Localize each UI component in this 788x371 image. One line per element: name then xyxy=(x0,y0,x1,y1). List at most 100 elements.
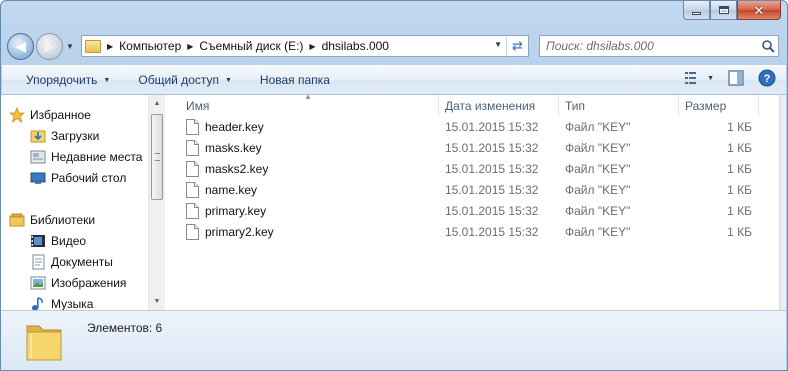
nav-documents[interactable]: Документы xyxy=(30,252,113,272)
forward-arrow-icon: ▶ xyxy=(44,37,55,54)
nav-music-label: Музыка xyxy=(51,297,94,311)
file-name: name.key xyxy=(205,182,258,197)
navigation-scrollbar[interactable]: ▲ ▼ xyxy=(148,95,165,310)
nav-favorites[interactable]: Избранное xyxy=(9,105,91,125)
nav-favorites-label: Избранное xyxy=(30,108,91,122)
maximize-icon xyxy=(718,6,729,14)
nav-downloads[interactable]: Загрузки xyxy=(30,126,99,146)
view-options-button[interactable]: ▼ xyxy=(685,71,714,85)
chevron-down-icon: ▼ xyxy=(224,76,232,84)
folder-icon xyxy=(85,39,101,53)
close-icon: ✕ xyxy=(753,2,765,18)
forward-button[interactable]: ▶ xyxy=(36,32,63,60)
file-name: primary.key xyxy=(205,203,267,218)
nav-video[interactable]: Видео xyxy=(30,231,86,251)
nav-pictures-label: Изображения xyxy=(51,276,127,290)
help-icon: ? xyxy=(758,69,776,87)
breadcrumb-separator-icon[interactable]: ▶ xyxy=(107,42,113,51)
nav-pictures[interactable]: Изображения xyxy=(30,273,126,293)
column-header-date[interactable]: Дата изменения xyxy=(439,95,559,117)
nav-recent-places-label: Недавние места xyxy=(51,150,143,164)
address-bar[interactable]: ▶ Компьютер ▶ Съемный диск (E:) ▶ dhsila… xyxy=(81,35,529,57)
file-date: 15.01.2015 15:32 xyxy=(445,161,539,176)
column-header-type[interactable]: Тип xyxy=(559,95,679,117)
file-type: Файл "KEY" xyxy=(565,140,631,155)
minimize-button[interactable] xyxy=(683,1,710,20)
nav-documents-label: Документы xyxy=(51,255,113,269)
share-label: Общий доступ xyxy=(138,73,219,87)
breadcrumb-folder[interactable]: dhsilabs.000 xyxy=(322,39,389,53)
file-date: 15.01.2015 15:32 xyxy=(445,140,539,155)
file-name-cell[interactable]: masks.key xyxy=(186,139,262,156)
nav-libraries-label: Библиотеки xyxy=(30,213,96,227)
column-header-size[interactable]: Размер xyxy=(679,95,759,117)
file-name-cell[interactable]: primary.key xyxy=(186,202,267,219)
file-size: 1 КБ xyxy=(727,140,752,155)
breadcrumb-computer[interactable]: Компьютер xyxy=(119,39,181,53)
file-date: 15.01.2015 15:32 xyxy=(445,182,539,197)
file-icon xyxy=(186,139,199,156)
navigation-pane: Избранное Загрузки Недавние места Рабочи… xyxy=(1,95,148,311)
folder-icon xyxy=(25,318,65,367)
file-type: Файл "KEY" xyxy=(565,161,631,176)
table-row[interactable]: header.key 15.01.2015 15:32 Файл "KEY" 1 КБ xyxy=(166,116,779,137)
file-type: Файл "KEY" xyxy=(565,224,631,239)
nav-desktop-label: Рабочий стол xyxy=(51,171,127,185)
scroll-down-icon[interactable]: ▼ xyxy=(149,293,165,310)
caption-buttons: ✕ xyxy=(683,1,781,21)
nav-desktop[interactable]: Рабочий стол xyxy=(30,168,126,188)
file-icon xyxy=(186,181,199,198)
table-row[interactable]: masks2.key 15.01.2015 15:32 Файл "KEY" 1 КБ xyxy=(166,158,779,179)
maximize-button[interactable] xyxy=(710,1,737,20)
nav-video-label: Видео xyxy=(51,234,87,248)
address-dropdown-icon[interactable]: ▼ xyxy=(494,40,502,49)
file-name-cell[interactable]: name.key xyxy=(186,181,258,198)
close-button[interactable]: ✕ xyxy=(737,1,781,20)
new-folder-button[interactable]: Новая папка xyxy=(250,68,340,92)
desktop-icon xyxy=(30,170,46,186)
organize-button[interactable]: Упорядочить ▼ xyxy=(16,68,120,92)
search-input[interactable] xyxy=(546,37,758,55)
column-date-label: Дата изменения xyxy=(445,99,536,113)
breadcrumb-separator-icon[interactable]: ▶ xyxy=(309,42,315,51)
file-size: 1 КБ xyxy=(727,203,752,218)
nav-downloads-label: Загрузки xyxy=(51,129,100,143)
scroll-up-icon[interactable]: ▲ xyxy=(149,95,165,112)
command-bar: Упорядочить ▼ Общий доступ ▼ Новая папка ▼ xyxy=(2,65,786,95)
file-name-cell[interactable]: masks2.key xyxy=(186,160,268,177)
file-size: 1 КБ xyxy=(727,224,752,239)
table-row[interactable]: masks.key 15.01.2015 15:32 Файл "KEY" 1 КБ xyxy=(166,137,779,158)
file-icon xyxy=(186,223,199,240)
share-button[interactable]: Общий доступ ▼ xyxy=(128,68,242,92)
column-header-name[interactable]: Имя xyxy=(180,95,439,117)
back-button[interactable]: ◀ xyxy=(7,32,34,60)
breadcrumb-drive[interactable]: Съемный диск (E:) xyxy=(199,39,303,53)
file-icon xyxy=(186,202,199,219)
table-row[interactable]: primary.key 15.01.2015 15:32 Файл "KEY" 1 К… xyxy=(166,200,779,221)
file-icon xyxy=(186,118,199,135)
table-row[interactable]: primary2.key 15.01.2015 15:32 Файл "KEY" 1 … xyxy=(166,221,779,242)
file-type: Файл "KEY" xyxy=(565,119,631,134)
chevron-down-icon: ▼ xyxy=(103,76,111,84)
preview-pane-button[interactable] xyxy=(728,70,744,86)
refresh-button[interactable]: ⇄ xyxy=(506,36,528,56)
file-name-cell[interactable]: primary2.key xyxy=(186,223,274,240)
file-list: ▲ Имя Дата изменения Тип Размер header.k… xyxy=(166,92,779,310)
help-button[interactable]: ? xyxy=(758,69,776,87)
organize-label: Упорядочить xyxy=(26,73,98,87)
star-icon xyxy=(9,107,25,123)
nav-recent-places[interactable]: Недавние места xyxy=(30,147,142,167)
file-name: primary2.key xyxy=(205,224,274,239)
column-type-label: Тип xyxy=(565,99,586,113)
nav-libraries[interactable]: Библиотеки xyxy=(9,210,95,230)
scrollbar-thumb[interactable] xyxy=(151,114,163,200)
file-name-cell[interactable]: header.key xyxy=(186,118,264,135)
file-icon xyxy=(186,160,199,177)
downloads-folder-icon xyxy=(30,128,46,144)
search-icon[interactable] xyxy=(758,39,778,53)
recent-pages-dropdown[interactable]: ▼ xyxy=(64,42,76,51)
breadcrumb-separator-icon[interactable]: ▶ xyxy=(187,42,193,51)
table-row[interactable]: name.key 15.01.2015 15:32 Файл "KEY" 1 КБ xyxy=(166,179,779,200)
file-type: Файл "KEY" xyxy=(565,182,631,197)
file-type: Файл "KEY" xyxy=(565,203,631,218)
